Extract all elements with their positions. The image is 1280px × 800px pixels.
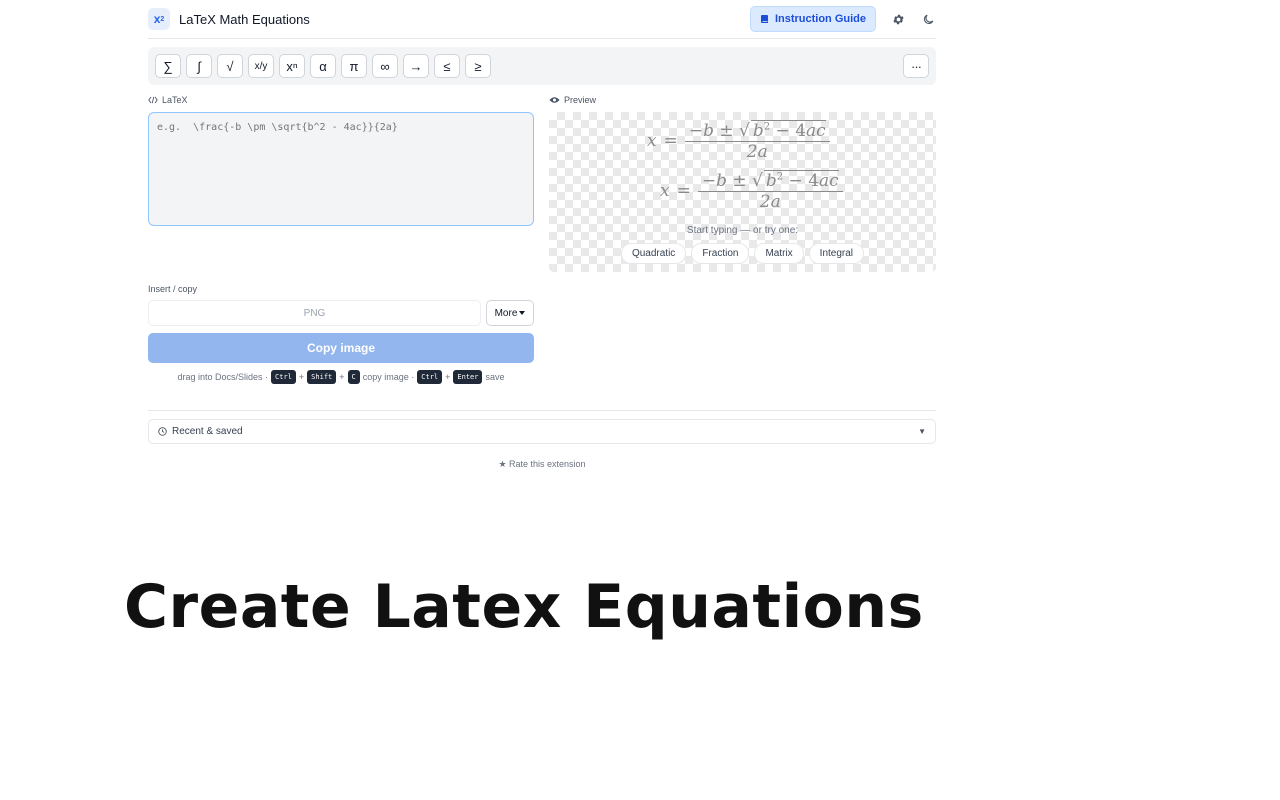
divider	[148, 410, 936, 411]
key-ctrl: Ctrl	[271, 370, 296, 384]
key-c: C	[347, 370, 360, 384]
dark-mode-button[interactable]	[920, 11, 936, 27]
preview-label: Preview	[549, 95, 596, 105]
chip-integral[interactable]: Integral	[808, 243, 865, 264]
latex-label: LaTeX	[148, 95, 188, 105]
symbol-geq-button[interactable]: ≥	[465, 54, 491, 78]
editor-preview-area: LaTeX Preview x= −b ± √b2 − 4ac 2a x= −b…	[148, 95, 936, 285]
recent-saved-toggle[interactable]: Recent & saved ▼	[148, 419, 936, 444]
code-icon	[148, 96, 158, 104]
insert-copy-label: Insert / copy	[148, 284, 198, 294]
book-icon	[760, 15, 768, 23]
instruction-guide-label: Instruction Guide	[774, 13, 866, 25]
clock-icon	[158, 427, 167, 436]
latex-input[interactable]	[148, 112, 534, 226]
symbol-sqrt-button[interactable]: √	[217, 54, 243, 78]
shortcut-hint: drag into Docs/Slides · Ctrl + Shift + C c…	[177, 370, 505, 384]
header: x2 LaTeX Math Equations Instruction Guid…	[148, 0, 936, 39]
symbol-infinity-button[interactable]: ∞	[372, 54, 398, 78]
symbol-integral-button[interactable]: ∫	[186, 54, 212, 78]
format-select[interactable]: PNG	[148, 300, 481, 326]
rate-extension-link[interactable]: ★ Rate this extension	[148, 459, 936, 470]
symbol-toolbar: ∑ ∫ √ x/y xⁿ α π ∞ → ≤ ≥ ···	[148, 47, 936, 85]
preview-equation-2: x = − b ± √ b2 − 4ac 2a	[660, 170, 843, 212]
moon-icon	[923, 14, 933, 24]
app-panel: x2 LaTeX Math Equations Instruction Guid…	[148, 0, 936, 469]
chip-matrix[interactable]: Matrix	[754, 243, 804, 264]
symbol-fraction-button[interactable]: x/y	[248, 54, 274, 78]
chip-fraction[interactable]: Fraction	[691, 243, 750, 264]
recent-saved-label: Recent & saved	[172, 426, 243, 437]
caret-down-icon	[519, 311, 526, 315]
symbol-pi-button[interactable]: π	[341, 54, 367, 78]
logo-icon: x2	[148, 8, 170, 30]
chevron-down-icon: ▼	[918, 427, 926, 436]
example-chips: Quadratic Fraction Matrix Integral	[549, 243, 936, 264]
app-title: LaTeX Math Equations	[179, 11, 310, 27]
symbol-alpha-button[interactable]: α	[310, 54, 336, 78]
promo-caption: Create Latex Equations	[124, 572, 924, 642]
more-options-button[interactable]: More	[486, 300, 534, 326]
key-ctrl-save: Ctrl	[417, 370, 443, 384]
instruction-guide-button[interactable]: Instruction Guide	[749, 6, 876, 32]
chip-quadratic[interactable]: Quadratic	[620, 243, 687, 264]
key-enter: Enter	[453, 370, 483, 384]
gear-icon	[892, 14, 904, 24]
eye-icon	[549, 97, 560, 103]
settings-button[interactable]	[890, 11, 906, 27]
more-symbols-button[interactable]: ···	[903, 54, 929, 78]
equation-preview: x = − b ± √ b2 − 4ac 2a x = − b ± √ b2 − 4ac 2…	[549, 112, 936, 272]
symbol-sum-button[interactable]: ∑	[155, 54, 181, 78]
preview-equation-1: x = − b ± √ b2 − 4ac 2a	[647, 120, 830, 162]
symbol-power-button[interactable]: xⁿ	[279, 54, 305, 78]
try-one-text: Start typing — or try one:	[686, 225, 799, 236]
symbol-leq-button[interactable]: ≤	[434, 54, 460, 78]
key-shift: Shift	[307, 370, 337, 384]
copy-image-button[interactable]: Copy image	[148, 333, 534, 363]
symbol-arrow-button[interactable]: →	[403, 54, 429, 78]
